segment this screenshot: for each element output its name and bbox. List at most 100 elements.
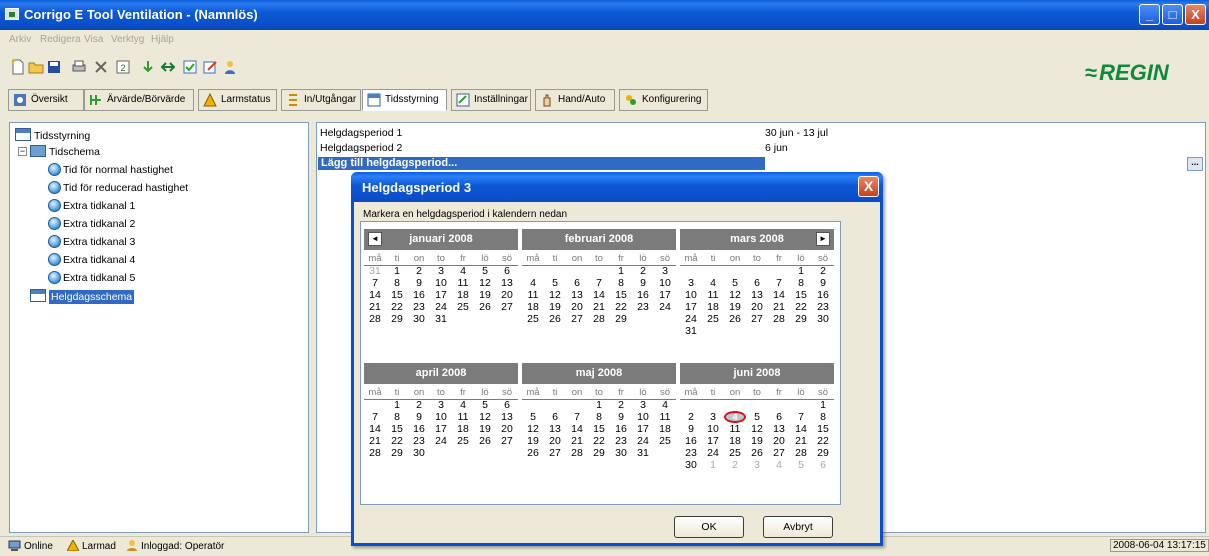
day-cell[interactable]: 31 [632, 447, 654, 459]
day-cell[interactable]: 15 [386, 423, 408, 435]
day-cell[interactable]: 20 [768, 435, 790, 447]
dialog-close-button[interactable]: X [858, 176, 879, 197]
day-cell[interactable]: 1 [610, 265, 632, 277]
day-cell[interactable]: 28 [790, 447, 812, 459]
day-cell[interactable]: 19 [474, 423, 496, 435]
open-folder-icon[interactable] [28, 59, 44, 75]
day-cell[interactable]: 24 [680, 313, 702, 325]
day-cell[interactable]: 31 [430, 313, 452, 325]
day-cell[interactable]: 22 [588, 435, 610, 447]
period-1-name[interactable]: Helgdagsperiod 1 [320, 127, 402, 139]
day-cell[interactable]: 6 [544, 411, 566, 423]
day-cell[interactable]: 17 [430, 289, 452, 301]
tab-tidsstyrning[interactable]: Tidsstyrning [362, 89, 447, 111]
day-cell[interactable]: 4 [452, 399, 474, 411]
day-cell[interactable]: 3 [430, 399, 452, 411]
day-cell[interactable]: 22 [790, 301, 812, 313]
day-cell[interactable]: 29 [588, 447, 610, 459]
minimize-button[interactable]: _ [1139, 4, 1160, 25]
day-cell[interactable]: 11 [702, 289, 724, 301]
day-cell[interactable]: 14 [364, 289, 386, 301]
tab-larmstatus[interactable]: Larmstatus [198, 89, 277, 111]
edit-icon[interactable] [202, 59, 218, 75]
day-cell[interactable]: 18 [522, 301, 544, 313]
ellipsis-button[interactable]: ... [1187, 157, 1203, 171]
day-cell[interactable]: 20 [566, 301, 588, 313]
save-icon[interactable] [46, 59, 62, 75]
day-cell[interactable]: 14 [790, 423, 812, 435]
day-cell[interactable]: 25 [724, 447, 746, 459]
day-cell[interactable]: 26 [746, 447, 768, 459]
check-icon[interactable] [182, 59, 198, 75]
day-cell[interactable]: 28 [364, 447, 386, 459]
day-cell[interactable]: 22 [812, 435, 834, 447]
tree-item-extra-2[interactable]: Extra tidkanal 2 [48, 217, 135, 230]
day-cell[interactable]: 24 [430, 435, 452, 447]
day-cell[interactable]: 24 [654, 301, 676, 313]
day-cell[interactable]: 29 [610, 313, 632, 325]
day-cell[interactable]: 19 [522, 435, 544, 447]
day-cell[interactable]: 16 [610, 423, 632, 435]
day-cell[interactable]: 19 [544, 301, 566, 313]
day-cell[interactable]: 3 [680, 277, 702, 289]
day-cell[interactable]: 8 [588, 411, 610, 423]
day-cell[interactable]: 27 [544, 447, 566, 459]
day-cell[interactable]: 27 [768, 447, 790, 459]
day-cell[interactable]: 6 [496, 399, 518, 411]
day-cell[interactable]: 7 [364, 411, 386, 423]
day-cell[interactable]: 16 [408, 423, 430, 435]
day-cell[interactable]: 20 [544, 435, 566, 447]
day-cell[interactable]: 2 [408, 265, 430, 277]
day-cell[interactable]: 8 [812, 411, 834, 423]
day-cell[interactable]: 1 [386, 399, 408, 411]
day-cell[interactable]: 9 [680, 423, 702, 435]
day-cell[interactable]: 30 [408, 313, 430, 325]
menu-arkiv[interactable]: Arkiv [9, 34, 31, 45]
day-cell[interactable]: 23 [632, 301, 654, 313]
day-cell[interactable]: 20 [496, 289, 518, 301]
day-cell[interactable]: 7 [566, 411, 588, 423]
day-cell[interactable]: 8 [386, 411, 408, 423]
download-icon[interactable] [140, 59, 156, 75]
day-cell[interactable]: 15 [790, 289, 812, 301]
day-cell[interactable]: 2 [812, 265, 834, 277]
day-cell[interactable]: 29 [386, 447, 408, 459]
day-cell[interactable]: 23 [610, 435, 632, 447]
user-icon[interactable] [222, 59, 238, 75]
day-cell[interactable]: 15 [386, 289, 408, 301]
day-cell[interactable]: 28 [364, 313, 386, 325]
day-cell[interactable]: 22 [610, 301, 632, 313]
tree-item-tidschema[interactable]: − Tidschema [18, 145, 100, 158]
day-cell[interactable]: 22 [386, 435, 408, 447]
day-cell[interactable]: 9 [408, 411, 430, 423]
menu-redigera[interactable]: Redigera [40, 34, 81, 45]
day-cell[interactable]: 14 [566, 423, 588, 435]
maximize-button[interactable]: □ [1162, 4, 1183, 25]
day-cell[interactable]: 21 [790, 435, 812, 447]
day-cell[interactable]: 11 [522, 289, 544, 301]
day-cell[interactable]: 20 [496, 423, 518, 435]
day-cell[interactable]: 10 [430, 277, 452, 289]
cancel-button[interactable]: Avbryt [763, 516, 833, 538]
day-cell[interactable]: 29 [386, 313, 408, 325]
day-cell[interactable]: 18 [452, 423, 474, 435]
day-cell[interactable]: 19 [724, 301, 746, 313]
day-cell[interactable]: 17 [430, 423, 452, 435]
day-cell[interactable]: 25 [452, 435, 474, 447]
close-button[interactable]: X [1185, 4, 1206, 25]
sync-icon[interactable] [160, 59, 176, 75]
day-cell[interactable]: 28 [768, 313, 790, 325]
day-cell[interactable]: 19 [746, 435, 768, 447]
day-cell[interactable]: 6 [566, 277, 588, 289]
day-cell[interactable]: 21 [588, 301, 610, 313]
day-cell[interactable]: 7 [364, 277, 386, 289]
day-cell[interactable]: 17 [680, 301, 702, 313]
tree-item-extra-5[interactable]: Extra tidkanal 5 [48, 271, 135, 284]
day-cell[interactable]: 26 [474, 301, 496, 313]
day-cell-other[interactable]: 6 [812, 459, 834, 471]
day-cell[interactable]: 23 [680, 447, 702, 459]
day-cell[interactable]: 25 [654, 435, 676, 447]
delete-icon[interactable] [93, 59, 109, 75]
day-cell[interactable]: 18 [724, 435, 746, 447]
period-2-name[interactable]: Helgdagsperiod 2 [320, 142, 402, 154]
